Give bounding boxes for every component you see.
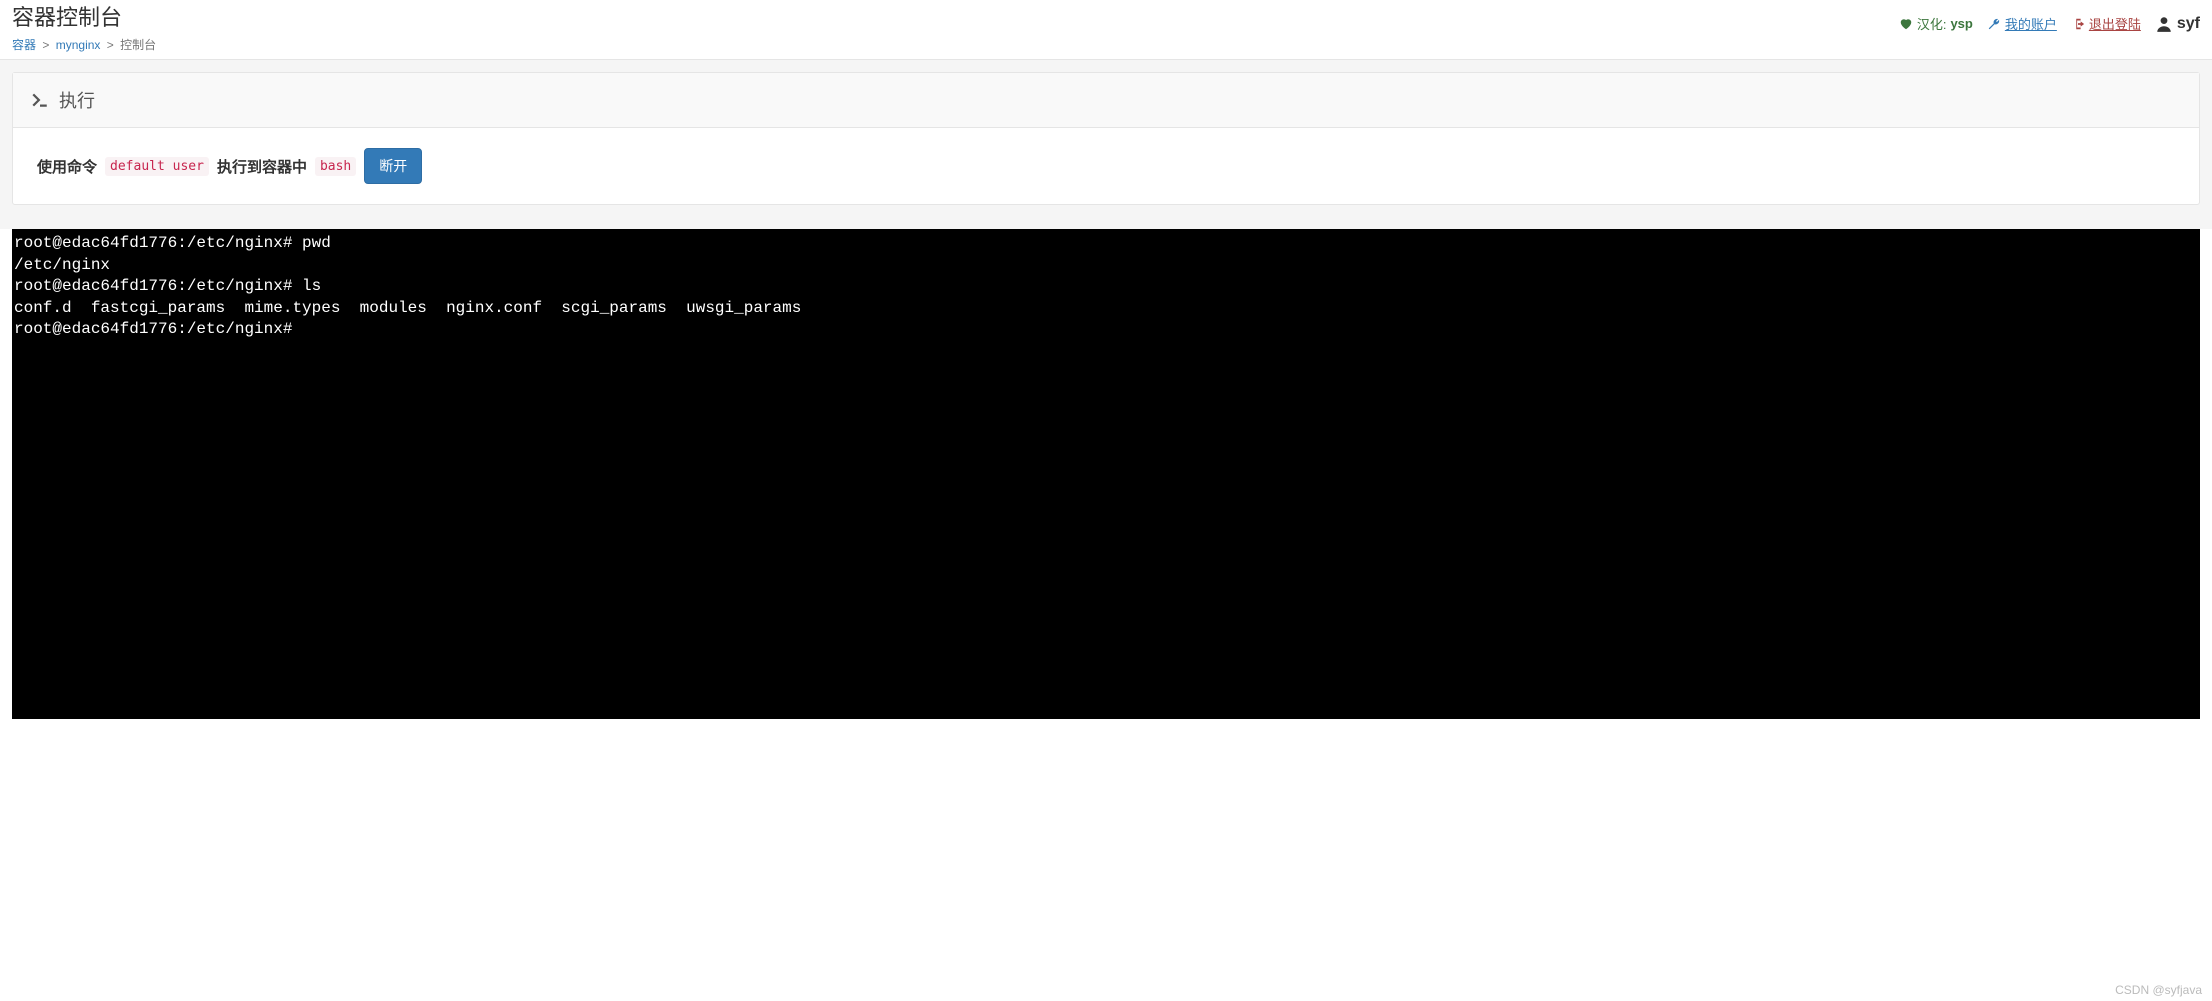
cmd-value: default user: [105, 157, 209, 176]
panel-body: 使用命令 default user 执行到容器中 bash 断开: [13, 128, 2199, 204]
breadcrumb-sep: >: [107, 38, 114, 52]
top-right: 汉化: ysp 我的账户 退出登陆 syf: [1899, 0, 2200, 33]
user-icon: [2155, 15, 2173, 33]
top-left: 容器控制台 容器 > mynginx > 控制台: [12, 0, 156, 53]
top-bar: 容器控制台 容器 > mynginx > 控制台 汉化: ysp 我的账户 退出…: [0, 0, 2212, 60]
heart-icon: [1899, 17, 1913, 31]
breadcrumb: 容器 > mynginx > 控制台: [12, 36, 156, 53]
execute-title: 执行: [59, 87, 95, 113]
breadcrumb-containers[interactable]: 容器: [12, 38, 36, 52]
breadcrumb-container-name[interactable]: mynginx: [56, 38, 101, 52]
terminal-line: root@edac64fd1776:/etc/nginx# pwd: [14, 233, 2198, 255]
panel-header: 执行: [13, 73, 2199, 128]
user-block[interactable]: syf: [2155, 15, 2200, 33]
breadcrumb-sep: >: [42, 38, 49, 52]
user-name: syf: [2177, 15, 2200, 33]
translate-prefix: 汉化:: [1917, 14, 1947, 33]
execute-panel: 执行 使用命令 default user 执行到容器中 bash 断开: [12, 72, 2200, 205]
translate-link[interactable]: 汉化: ysp: [1899, 14, 1973, 33]
terminal-line: /etc/nginx: [14, 255, 2198, 277]
shell-value: bash: [315, 157, 356, 176]
page-title: 容器控制台: [12, 0, 156, 32]
account-link[interactable]: 我的账户: [1987, 14, 2057, 33]
account-label: 我的账户: [2005, 14, 2057, 33]
terminal-line: root@edac64fd1776:/etc/nginx# ls: [14, 276, 2198, 298]
logout-link[interactable]: 退出登陆: [2071, 14, 2141, 33]
wrench-icon: [1987, 17, 2001, 31]
breadcrumb-current: 控制台: [120, 38, 156, 52]
logout-label: 退出登陆: [2089, 14, 2141, 33]
terminal[interactable]: root@edac64fd1776:/etc/nginx# pwd/etc/ng…: [12, 229, 2200, 719]
terminal-line: root@edac64fd1776:/etc/nginx#: [14, 319, 2198, 341]
prompt-icon: [31, 91, 49, 109]
label-into: 执行到容器中: [217, 156, 307, 177]
disconnect-button[interactable]: 断开: [364, 148, 422, 184]
label-cmd: 使用命令: [37, 156, 97, 177]
translate-name: ysp: [1950, 16, 1972, 31]
content-area: 执行 使用命令 default user 执行到容器中 bash 断开: [0, 60, 2212, 229]
terminal-line: conf.d fastcgi_params mime.types modules…: [14, 298, 2198, 320]
signout-icon: [2071, 17, 2085, 31]
watermark: CSDN @syfjava: [2115, 983, 2202, 997]
